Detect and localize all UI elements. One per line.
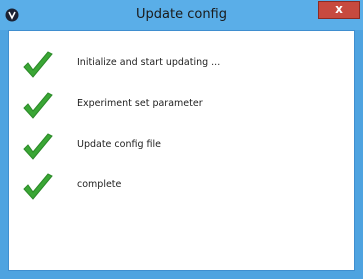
progress-panel: Initialize and start updating ... Experi…: [8, 30, 355, 271]
step-row: Update config file: [9, 132, 349, 172]
checkmark-icon: [23, 133, 53, 160]
checkmark-icon: [23, 92, 53, 119]
step-row: complete: [9, 172, 349, 212]
step-label: Update config file: [77, 139, 161, 150]
close-button[interactable]: x: [318, 1, 360, 19]
window-title: Update config: [136, 7, 227, 22]
step-row: Experiment set parameter: [9, 91, 349, 131]
checkmark-icon: [23, 51, 53, 78]
step-row: Initialize and start updating ...: [9, 50, 349, 90]
update-config-dialog: Update config x Initialize and start upd…: [0, 0, 363, 279]
step-label: Experiment set parameter: [77, 98, 203, 109]
step-label: Initialize and start updating ...: [77, 57, 221, 68]
checkmark-icon: [23, 173, 53, 200]
title-bar[interactable]: Update config x: [0, 0, 363, 30]
step-label: complete: [77, 179, 122, 190]
